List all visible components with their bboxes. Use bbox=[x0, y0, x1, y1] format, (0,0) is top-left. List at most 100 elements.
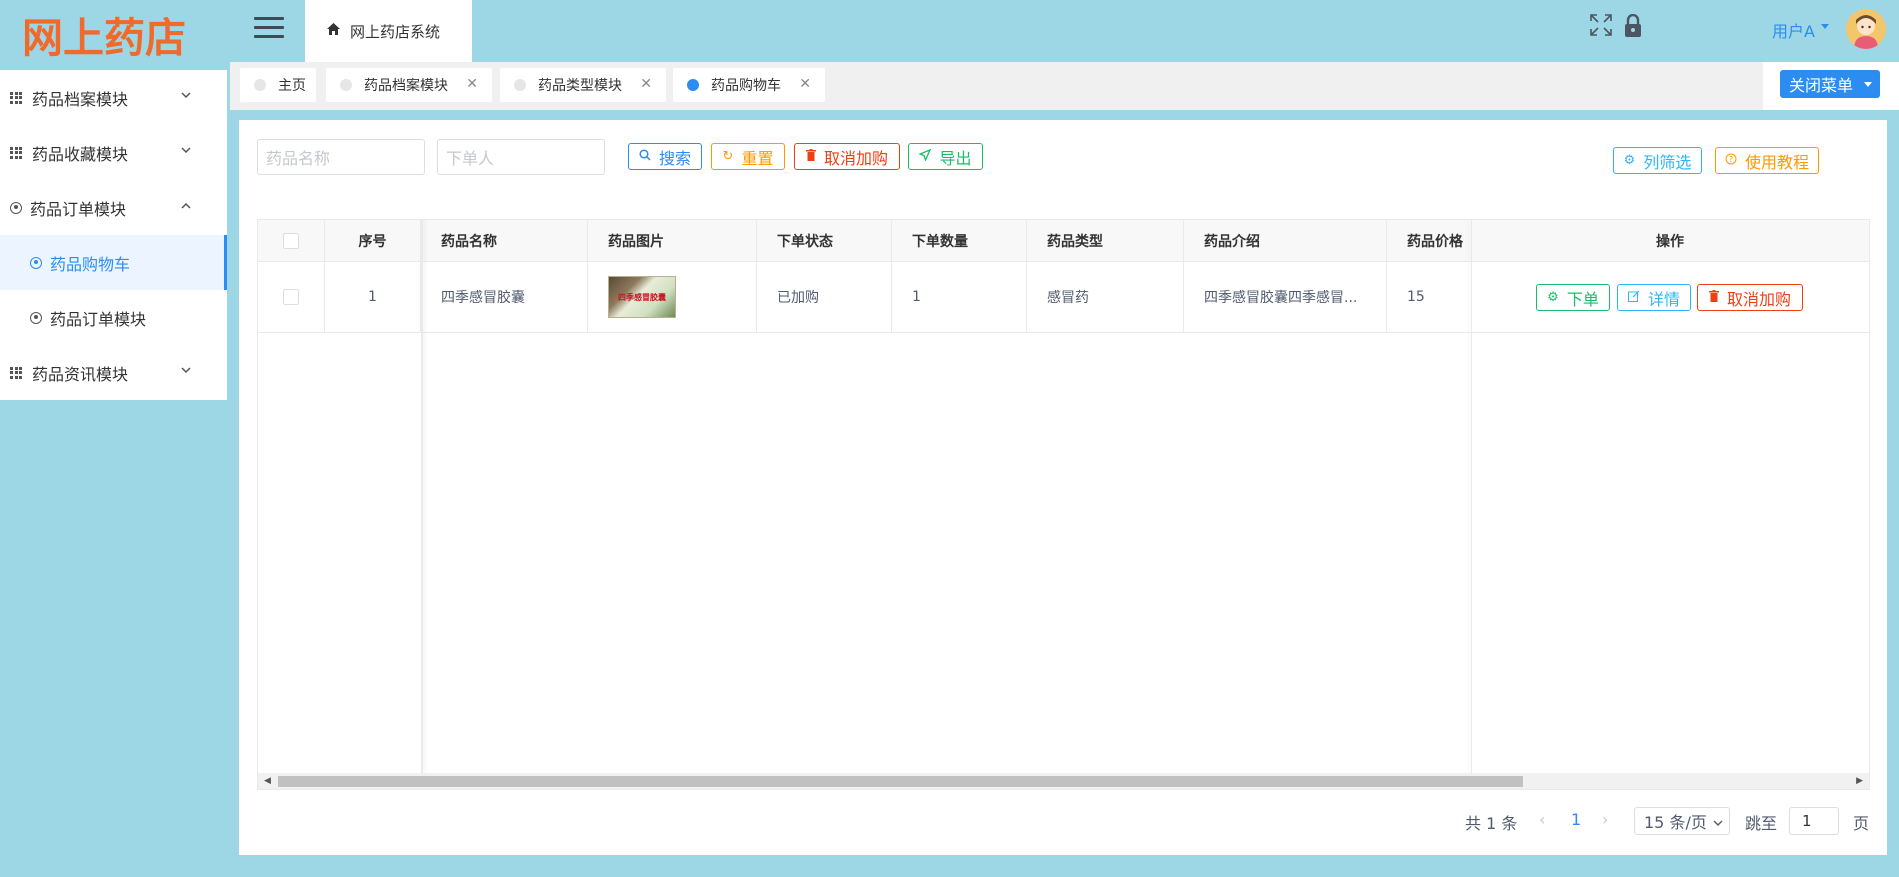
cell-quantity: 1 bbox=[892, 262, 1027, 332]
refresh-icon: ↻ bbox=[722, 149, 734, 164]
grid-icon bbox=[10, 91, 22, 104]
system-title: 网上药店系统 bbox=[350, 22, 441, 41]
col-header-image: 药品图片 bbox=[588, 220, 757, 262]
tab-types[interactable]: 药品类型模块 ✕ bbox=[500, 68, 666, 102]
col-header-quantity: 下单数量 bbox=[892, 220, 1027, 262]
cancel-cart-label: 取消加购 bbox=[823, 148, 888, 168]
chevron-down-icon bbox=[181, 88, 191, 103]
page-suffix: 页 bbox=[1853, 814, 1870, 833]
tutorial-button[interactable]: ? 使用教程 bbox=[1715, 147, 1819, 174]
close-icon[interactable]: ✕ bbox=[466, 76, 478, 92]
page-size-select[interactable]: 15 条/页 bbox=[1634, 807, 1730, 835]
svg-text:?: ? bbox=[1729, 155, 1733, 164]
tab-label: 药品类型模块 bbox=[538, 78, 622, 94]
sidebar-subitem-cart[interactable]: 药品购物车 bbox=[0, 235, 227, 290]
row-select-cell[interactable] bbox=[258, 262, 325, 332]
app-logo: 网上药店 bbox=[22, 14, 186, 62]
export-button[interactable]: 导出 bbox=[908, 143, 983, 170]
page-number[interactable]: 1 bbox=[1571, 810, 1581, 829]
drug-thumbnail[interactable]: 四季感冒胶囊 bbox=[608, 276, 676, 318]
tab-home[interactable]: 主页 bbox=[240, 68, 316, 102]
cancel-cart-button[interactable]: 取消加购 bbox=[794, 143, 900, 170]
top-bar: 网上药店 网上药店系统 用户A bbox=[0, 0, 1899, 62]
avatar[interactable] bbox=[1846, 9, 1886, 49]
reset-button[interactable]: ↻ 重置 bbox=[711, 143, 785, 170]
order-button[interactable]: ⚙ 下单 bbox=[1536, 284, 1610, 311]
cell-type: 感冒药 bbox=[1027, 262, 1184, 332]
drug-name-input[interactable]: 药品名称 bbox=[257, 139, 425, 175]
sidebar-item-label: 药品档案模块 bbox=[32, 89, 129, 109]
prev-page-icon[interactable]: ‹ bbox=[1539, 810, 1545, 829]
home-icon bbox=[327, 23, 340, 39]
search-icon bbox=[639, 148, 651, 165]
close-icon[interactable]: ✕ bbox=[640, 76, 652, 92]
table-row: 1 四季感冒胶囊 四季感冒胶囊 已加购 1 感冒药 四季感冒胶囊四季感冒... … bbox=[258, 262, 1869, 333]
column-filter-label: 列筛选 bbox=[1643, 152, 1692, 172]
sidebar-item-orders[interactable]: 药品订单模块 bbox=[0, 180, 227, 235]
col-header-name: 药品名称 bbox=[421, 220, 588, 262]
menu-toggle-button[interactable] bbox=[254, 17, 284, 41]
search-button[interactable]: 搜索 bbox=[628, 143, 702, 170]
row-cancel-cart-button[interactable]: 取消加购 bbox=[1697, 284, 1803, 311]
tab-dot-icon bbox=[340, 79, 352, 91]
detail-button[interactable]: 详情 bbox=[1617, 284, 1691, 311]
sidebar-subitem-label: 药品订单模块 bbox=[50, 309, 147, 329]
chevron-down-icon bbox=[181, 363, 191, 378]
col-header-index: 序号 bbox=[325, 220, 421, 262]
sidebar: 药品档案模块 药品收藏模块 药品订单模块 药品购物车 药品订单模块 药品资讯模块 bbox=[0, 70, 227, 400]
grid-icon bbox=[10, 366, 22, 379]
tutorial-label: 使用教程 bbox=[1744, 152, 1809, 172]
cell-name: 四季感冒胶囊 bbox=[421, 262, 588, 332]
tab-label: 药品档案模块 bbox=[364, 78, 448, 94]
circle-icon bbox=[30, 256, 42, 269]
col-header-actions: 操作 bbox=[1656, 234, 1684, 250]
sidebar-item-label: 药品订单模块 bbox=[30, 199, 127, 219]
jump-page-input[interactable]: 1 bbox=[1789, 807, 1839, 835]
horizontal-scrollbar[interactable]: ◀ ▶ bbox=[258, 773, 1869, 789]
grid-icon bbox=[10, 146, 22, 159]
column-filter-button[interactable]: ⚙ 列筛选 bbox=[1613, 147, 1702, 174]
fixed-column-divider bbox=[421, 220, 423, 773]
scroll-left-icon[interactable]: ◀ bbox=[264, 776, 271, 786]
col-header-intro: 药品介绍 bbox=[1184, 220, 1387, 262]
table-header: 序号 药品名称 药品图片 下单状态 下单数量 药品类型 药品介绍 药品价格 操作 bbox=[258, 220, 1869, 262]
tab-cart[interactable]: 药品购物车 ✕ bbox=[673, 68, 825, 102]
scrollbar-thumb[interactable] bbox=[278, 776, 1523, 787]
chevron-down-icon bbox=[181, 143, 191, 158]
lock-icon[interactable] bbox=[1623, 13, 1647, 40]
gear-icon: ⚙ bbox=[1547, 290, 1559, 305]
tab-archive[interactable]: 药品档案模块 ✕ bbox=[326, 68, 492, 102]
fixed-column-divider bbox=[1471, 220, 1472, 773]
fullscreen-icon[interactable] bbox=[1590, 14, 1614, 40]
select-all-cell[interactable] bbox=[258, 220, 325, 262]
edit-icon bbox=[1627, 290, 1640, 306]
sidebar-subitem-label: 药品购物车 bbox=[50, 254, 131, 274]
close-menu-button[interactable]: 关闭菜单 bbox=[1780, 70, 1880, 98]
cart-table: 序号 药品名称 药品图片 下单状态 下单数量 药品类型 药品介绍 药品价格 操作… bbox=[257, 219, 1870, 790]
close-icon[interactable]: ✕ bbox=[799, 76, 811, 92]
system-home-tab[interactable]: 网上药店系统 bbox=[305, 0, 472, 62]
next-page-icon[interactable]: › bbox=[1602, 810, 1608, 829]
main-card: 药品名称 下单人 搜索 ↻ 重置 取消加购 导出 ⚙ 列筛选 ? 使用教程 序号… bbox=[239, 120, 1887, 855]
select-all-checkbox[interactable] bbox=[283, 233, 299, 249]
orderer-input[interactable]: 下单人 bbox=[437, 139, 605, 175]
tab-dot-icon bbox=[254, 79, 266, 91]
caret-down-icon bbox=[1864, 82, 1872, 87]
user-menu[interactable]: 用户A bbox=[1772, 18, 1815, 42]
sidebar-item-favorites[interactable]: 药品收藏模块 bbox=[0, 125, 227, 180]
send-icon bbox=[918, 148, 932, 165]
sidebar-item-news[interactable]: 药品资讯模块 bbox=[0, 345, 227, 400]
cell-intro: 四季感冒胶囊四季感冒... bbox=[1184, 262, 1387, 332]
close-menu-area: 关闭菜单 bbox=[1763, 62, 1899, 110]
scroll-right-icon[interactable]: ▶ bbox=[1856, 776, 1863, 786]
sidebar-item-archive[interactable]: 药品档案模块 bbox=[0, 70, 227, 125]
trash-icon bbox=[805, 148, 816, 165]
search-label: 搜索 bbox=[658, 148, 691, 168]
chevron-down-icon bbox=[1713, 812, 1723, 831]
page-size-value: 15 条/页 bbox=[1644, 813, 1707, 832]
row-checkbox[interactable] bbox=[283, 289, 299, 305]
cell-index: 1 bbox=[325, 262, 421, 332]
user-dropdown-caret-icon[interactable] bbox=[1821, 24, 1829, 29]
sidebar-subitem-orders[interactable]: 药品订单模块 bbox=[0, 290, 227, 345]
help-icon: ? bbox=[1725, 153, 1737, 169]
